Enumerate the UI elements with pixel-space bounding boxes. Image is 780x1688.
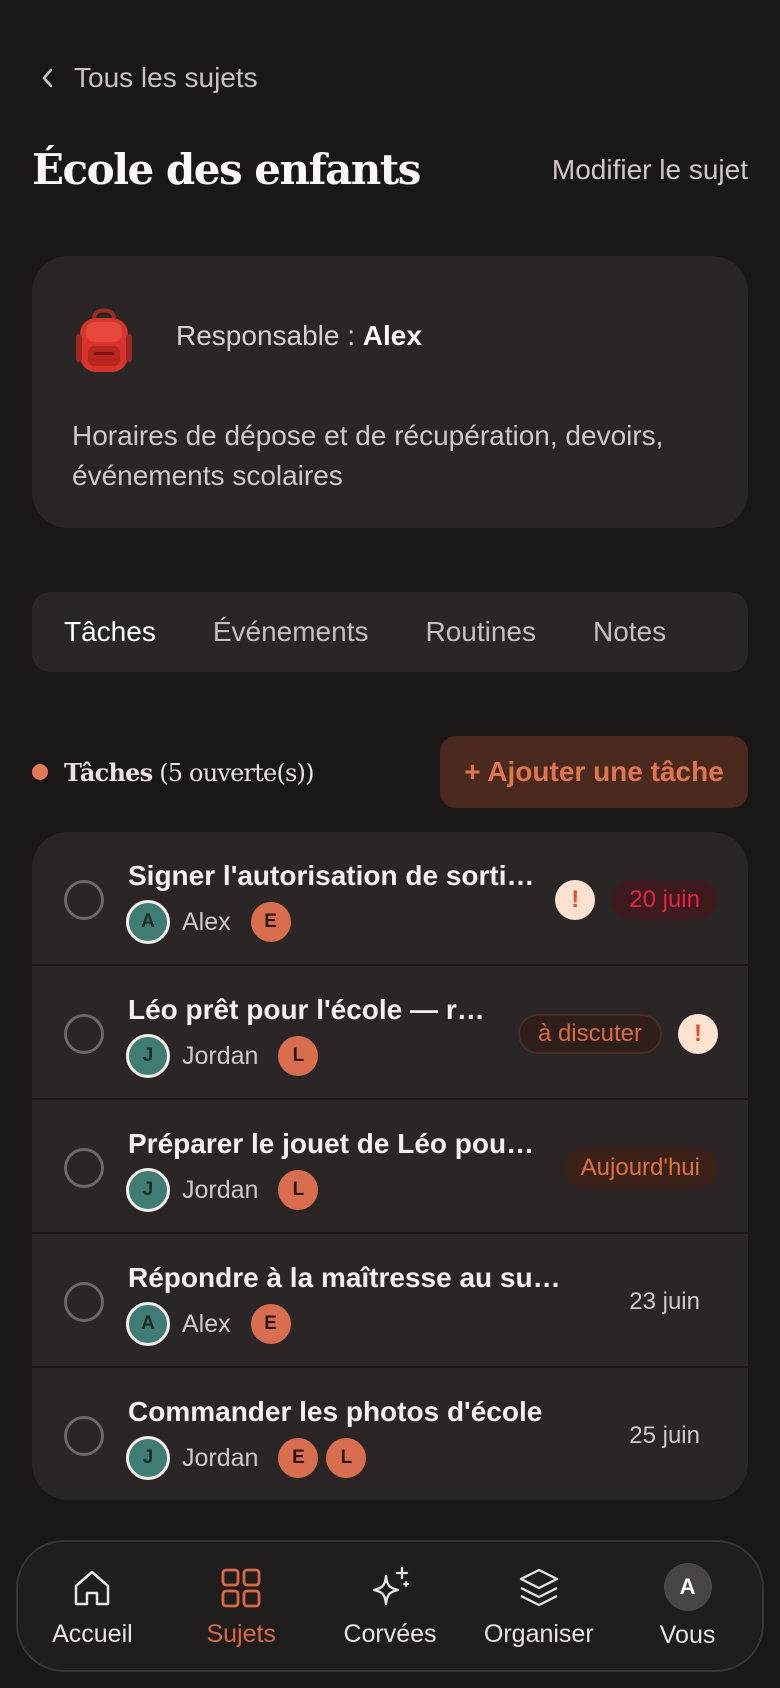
grid-icon	[221, 1568, 261, 1607]
owner-line: Responsable : Alex	[176, 320, 422, 352]
task-row[interactable]: Commander les photos d'école J Jordan E …	[32, 1368, 748, 1500]
owner-name: Alex	[182, 1309, 231, 1338]
sparkle-icon	[372, 1566, 409, 1605]
tab-bar: Tâches Événements Routines Notes	[32, 592, 748, 672]
task-checkbox[interactable]	[64, 1282, 104, 1322]
alert-icon: !	[678, 1014, 718, 1054]
child-avatar: L	[278, 1170, 319, 1210]
owner-avatar: J	[126, 1168, 170, 1212]
task-title: Commander les photos d'école	[128, 1396, 543, 1427]
home-icon	[75, 1570, 110, 1605]
owner-name: Alex	[362, 320, 422, 351]
back-link[interactable]: Tous les sujets	[38, 62, 258, 94]
child-avatar: L	[326, 1438, 367, 1478]
task-checkbox[interactable]	[64, 1416, 104, 1456]
nav-label: Sujets	[206, 1619, 276, 1648]
owner-prefix: Responsable :	[176, 320, 363, 351]
task-row[interactable]: Signer l'autorisation de sorti… A Alex E…	[32, 832, 748, 966]
backpack-icon	[76, 308, 132, 372]
bottom-nav: Accueil Sujets Corvées Organiser A Vous	[16, 1540, 764, 1672]
owner-name: Jordan	[182, 1175, 259, 1204]
nav-sujets[interactable]: Sujets	[171, 1564, 311, 1649]
edit-topic-button[interactable]: Modifier le sujet	[552, 154, 748, 186]
page-title: École des enfants	[32, 145, 421, 194]
tab-taches[interactable]: Tâches	[64, 616, 156, 648]
task-title: Répondre à la maîtresse au sujet …	[128, 1262, 568, 1293]
owner-avatar: J	[126, 1034, 170, 1078]
user-avatar: A	[663, 1562, 712, 1611]
topic-info-card: Responsable : Alex Horaires de dépose et…	[32, 256, 748, 528]
tab-routines[interactable]: Routines	[425, 616, 536, 648]
section-dot	[32, 764, 48, 780]
task-row[interactable]: Léo prêt pour l'école — r… J Jordan L à …	[32, 966, 748, 1100]
nav-label: Corvées	[343, 1619, 437, 1648]
task-checkbox[interactable]	[64, 1148, 104, 1188]
nav-label: Accueil	[52, 1619, 133, 1648]
task-row[interactable]: Préparer le jouet de Léo pou… J Jordan L…	[32, 1100, 748, 1234]
task-title: Léo prêt pour l'école — r…	[128, 994, 485, 1025]
layers-icon	[519, 1568, 558, 1606]
alert-icon: !	[555, 880, 596, 920]
topic-description: Horaires de dépose et de récupération, d…	[72, 420, 664, 491]
tab-evenements[interactable]: Événements	[213, 616, 369, 648]
add-task-button[interactable]: + Ajouter une tâche	[440, 736, 748, 808]
due-date-badge: 20 juin	[611, 880, 718, 920]
task-row[interactable]: Répondre à la maîtresse au sujet … A Ale…	[32, 1234, 748, 1368]
child-avatar: E	[250, 902, 291, 942]
tab-notes[interactable]: Notes	[593, 616, 666, 648]
owner-avatar: A	[126, 1302, 170, 1346]
nav-organiser[interactable]: Organiser	[469, 1564, 609, 1649]
task-checkbox[interactable]	[64, 1014, 104, 1054]
back-label: Tous les sujets	[74, 62, 258, 93]
today-badge: Aujourd'hui	[562, 1148, 718, 1188]
task-checkbox[interactable]	[64, 880, 104, 920]
open-count: (5 ouverte(s))	[159, 758, 314, 787]
due-date: 25 juin	[629, 1422, 700, 1449]
task-list: Signer l'autorisation de sorti… A Alex E…	[32, 832, 748, 1500]
owner-name: Jordan	[182, 1041, 259, 1070]
owner-avatar: J	[126, 1436, 170, 1480]
task-title: Signer l'autorisation de sorti…	[128, 860, 535, 891]
nav-label: Vous	[659, 1620, 716, 1649]
discuss-badge: à discuter	[517, 1014, 662, 1054]
nav-corvees[interactable]: Corvées	[320, 1564, 460, 1649]
owner-avatar: A	[126, 900, 170, 944]
nav-accueil[interactable]: Accueil	[22, 1564, 162, 1649]
due-date: 23 juin	[629, 1288, 700, 1315]
child-avatar: E	[250, 1304, 291, 1344]
child-avatar: L	[278, 1036, 319, 1076]
task-title: Préparer le jouet de Léo pou…	[128, 1128, 535, 1159]
chevron-left-icon	[42, 68, 53, 88]
section-title: Tâches (5 ouverte(s))	[64, 758, 314, 787]
owner-name: Jordan	[182, 1443, 259, 1472]
nav-label: Organiser	[483, 1619, 594, 1648]
owner-name: Alex	[182, 907, 231, 936]
nav-vous[interactable]: A Vous	[618, 1562, 758, 1650]
child-avatar: E	[278, 1438, 319, 1478]
section-title-label: Tâches	[64, 757, 153, 787]
